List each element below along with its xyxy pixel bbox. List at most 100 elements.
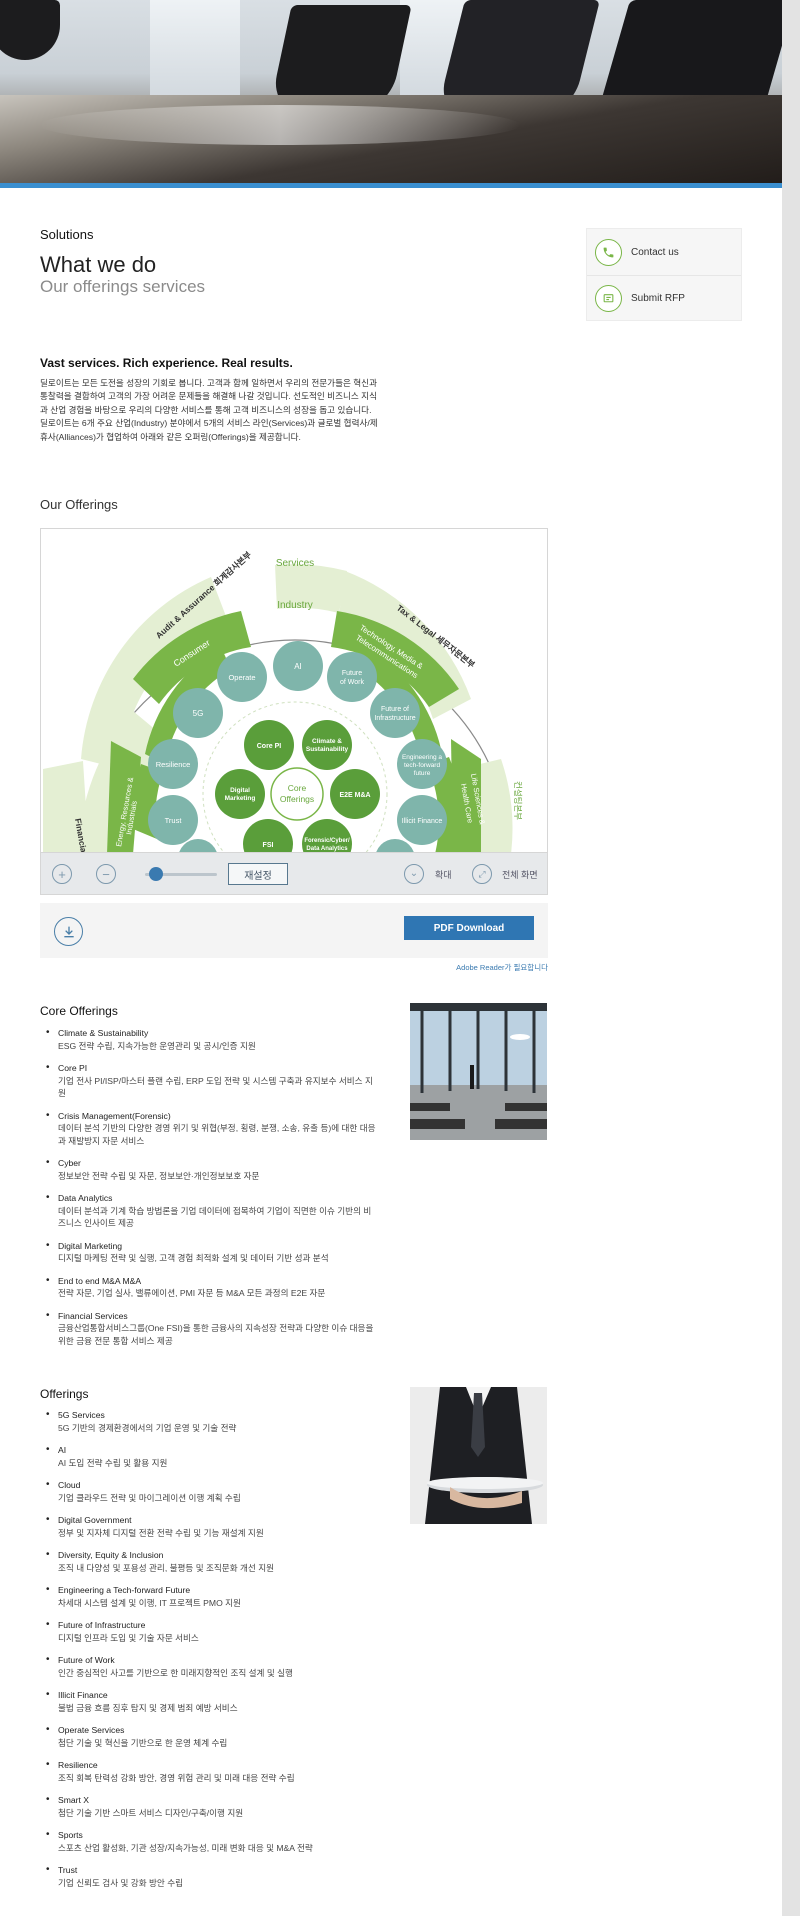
list-item: Cyber 정보보안 전략 수립 및 자문, 정보보안·개인정보보호 자문	[46, 1157, 378, 1182]
list-item-title: Future of Work	[58, 1655, 115, 1665]
list-item: Future of Work 인간 중심적인 사고를 기반으로 한 미래지향적인 …	[46, 1654, 378, 1679]
diagram-industry-label: Industry	[277, 600, 313, 611]
list-item-title: Future of Infrastructure	[58, 1620, 146, 1630]
list-item: End to end M&A M&A 전략 자문, 기업 실사, 밸류에이션, P…	[46, 1275, 378, 1300]
diagram-future-infra-node[interactable]: Future of Infrastructure	[370, 688, 420, 738]
diagram-resilience-node[interactable]: Resilience	[148, 739, 198, 789]
svg-text:Climate &: Climate &	[312, 738, 342, 745]
offerings-heading: Offerings	[40, 1387, 89, 1401]
list-item: Sports 스포츠 산업 활성화, 기관 성장/지속가능성, 미래 변화 대응 …	[46, 1829, 378, 1854]
list-item-description: 금융산업통합서비스그룹(One FSI)을 통한 금융사의 지속성장 전략과 다…	[58, 1323, 374, 1346]
svg-text:E2E M&A: E2E M&A	[339, 792, 370, 799]
our-offerings-heading: Our Offerings	[40, 497, 118, 512]
diagram-e2e-node[interactable]: E2E M&A	[330, 769, 380, 819]
zoom-out-icon[interactable]: −	[96, 864, 116, 884]
list-item-description: 조직 내 다양성 및 포용성 관리, 불평등 및 조직문화 개선 지원	[58, 1562, 275, 1573]
svg-text:Operate: Operate	[228, 673, 255, 682]
diagram-toolbar: + − 재설정 ⌄ 확대 ⤢ 전체 화면	[40, 853, 548, 895]
svg-text:Resilience: Resilience	[156, 760, 191, 769]
list-item-title: Engineering a Tech-forward Future	[58, 1585, 191, 1595]
list-item-description: 데이터 분석과 기계 학습 방법론을 기업 데이터에 접목하여 기업이 직면한 …	[58, 1205, 372, 1229]
list-item: Climate & Sustainability ESG 전략 수립, 지속가능한…	[46, 1027, 378, 1052]
list-item-description: 불법 금융 흐름 징후 탐지 및 경제 범죄 예방 서비스	[58, 1702, 238, 1713]
list-item-description: 5G 기반의 경제환경에서의 기업 운영 및 기술 전략	[58, 1422, 237, 1433]
list-item: AI AI 도입 전략 수립 및 활용 지원	[46, 1444, 378, 1469]
list-item: Diversity, Equity & Inclusion 조직 내 다양성 및 …	[46, 1549, 378, 1574]
core-offerings-list: Climate & Sustainability ESG 전략 수립, 지속가능한…	[46, 1027, 378, 1357]
diagram-fsi-node[interactable]: FSI	[243, 819, 293, 853]
submit-rfp-link[interactable]: Submit RFP	[587, 275, 741, 321]
chevron-down-icon[interactable]: ⌄	[404, 864, 424, 884]
pdf-download-button[interactable]: PDF Download	[404, 916, 534, 940]
list-item: Trust 기업 신뢰도 검사 및 강화 방안 수립	[46, 1864, 378, 1889]
page-subtitle: Our offerings services	[40, 277, 206, 296]
page-title: What we do	[40, 252, 157, 277]
list-item: Financial Services 금융산업통합서비스그룹(One FSI)을 …	[46, 1310, 378, 1348]
list-item-description: 기업 클라우드 전략 및 마이그레이션 이행 계획 수립	[58, 1492, 241, 1503]
diagram-consulting-label: 컨설팅본부	[513, 781, 523, 820]
fullscreen-label[interactable]: 전체 화면	[502, 868, 538, 881]
diagram-core-pi-node[interactable]: Core PI	[244, 720, 294, 770]
list-item-description: 전략 자문, 기업 실사, 밸류에이션, PMI 자문 등 M&A 모든 과정의…	[58, 1288, 326, 1298]
adobe-reader-note[interactable]: Adobe Reader가 필요합니다	[40, 962, 548, 973]
contact-sidebar: Contact us Submit RFP	[586, 228, 742, 321]
diagram-engineering-node[interactable]: Engineering atech-forwardfuture	[397, 739, 447, 789]
airport-photo	[410, 1003, 547, 1140]
svg-text:FSI: FSI	[263, 842, 274, 849]
list-item-title: Diversity, Equity & Inclusion	[58, 1550, 164, 1560]
svg-text:Marketing: Marketing	[225, 795, 256, 802]
pdf-download-bar: PDF Download	[40, 903, 548, 958]
download-icon[interactable]	[54, 917, 83, 946]
fullscreen-icon[interactable]: ⤢	[472, 864, 492, 884]
list-item-description: 스포츠 산업 활성화, 기관 성장/지속가능성, 미래 변화 대응 및 M&A …	[58, 1842, 313, 1853]
list-item-title: Sports	[58, 1830, 83, 1840]
list-item-title: Trust	[58, 1865, 78, 1875]
list-item-description: 정보보안 전략 수립 및 자문, 정보보안·개인정보보호 자문	[58, 1170, 260, 1181]
diagram-future-work-node[interactable]: Future of Work	[327, 652, 377, 702]
svg-text:Offerings: Offerings	[280, 794, 314, 804]
list-item-description: 첨단 기술 기반 스마트 서비스 디자인/구축/이행 지원	[58, 1807, 244, 1818]
list-item-title: Resilience	[58, 1760, 98, 1770]
diagram-forensic-node[interactable]: Forensic/Cyber/Data Analytics	[302, 819, 352, 853]
contact-us-link[interactable]: Contact us	[587, 229, 741, 275]
list-item-title: AI	[58, 1445, 67, 1455]
intro-body: 딜로이트는 모든 도전을 성장의 기회로 봅니다. 고객과 함께 일하면서 우리…	[40, 378, 378, 442]
core-offerings-heading: Core Offerings	[40, 1004, 118, 1018]
list-item-description: ESG 전략 수립, 지속가능한 운영관리 및 공시/인증 지원	[58, 1040, 256, 1051]
diagram-operate-node[interactable]: Operate	[217, 652, 267, 702]
list-item: Future of Infrastructure 디지털 인프라 도입 및 기술 …	[46, 1619, 378, 1644]
svg-text:Core PI: Core PI	[257, 743, 282, 750]
list-item-description: 기업 전사 PI/ISP/마스터 플랜 수립, ERP 도입 전략 및 시스템 …	[58, 1075, 373, 1099]
reset-button[interactable]: 재설정	[228, 863, 288, 885]
list-item-title: Cloud	[58, 1480, 81, 1490]
diagram-climate-node[interactable]: Climate &Sustainability	[302, 720, 352, 770]
offerings-diagram[interactable]: Services Industry Audit & Assurance 회계감사…	[40, 528, 548, 853]
intro-heading: Vast services. Rich experience. Real res…	[40, 356, 293, 370]
diagram-illicit-node[interactable]: Illicit Finance	[397, 795, 447, 845]
section-label: Solutions	[40, 227, 94, 242]
hero-image	[0, 0, 782, 183]
list-item: Engineering a Tech-forward Future 차세대 시스템…	[46, 1584, 378, 1609]
zoom-slider-handle[interactable]	[149, 867, 163, 881]
list-item-title: Core PI	[58, 1063, 88, 1073]
diagram-digital-node[interactable]: DigitalMarketing	[215, 769, 265, 819]
zoom-in-icon[interactable]: +	[52, 864, 72, 884]
diagram-5g-node[interactable]: 5G	[173, 688, 223, 738]
svg-text:Data Analytics: Data Analytics	[306, 846, 348, 852]
diagram-ai-node[interactable]: AI	[273, 641, 323, 691]
svg-text:Sustainability: Sustainability	[306, 746, 349, 753]
list-item-title: Illicit Finance	[58, 1690, 108, 1700]
list-item-title: 5G Services	[58, 1410, 105, 1420]
list-item-description: 데이터 분석 기반의 다양한 경영 위기 및 위협(부정, 횡령, 분쟁, 소송…	[58, 1123, 376, 1146]
businessman-photo	[410, 1387, 547, 1524]
diagram-trust-node[interactable]: Trust	[148, 795, 198, 845]
list-item: Crisis Management(Forensic) 데이터 분석 기반의 다양…	[46, 1110, 378, 1148]
submit-rfp-label: Submit RFP	[631, 293, 685, 304]
diagram-core-offerings-center[interactable]: Core Offerings	[270, 767, 324, 821]
list-item: Digital Government 정부 및 지자체 디지털 전환 전략 수립 …	[46, 1514, 378, 1539]
list-item: Data Analytics 데이터 분석과 기계 학습 방법론을 기업 데이터에…	[46, 1192, 378, 1230]
expand-label[interactable]: 확대	[435, 868, 452, 881]
list-item-description: 디지털 마케팅 전략 및 실행, 고객 경험 최적화 설계 및 데이터 기반 성…	[58, 1253, 329, 1263]
list-item-title: Cyber	[58, 1158, 81, 1168]
list-item: Cloud 기업 클라우드 전략 및 마이그레이션 이행 계획 수립	[46, 1479, 378, 1504]
